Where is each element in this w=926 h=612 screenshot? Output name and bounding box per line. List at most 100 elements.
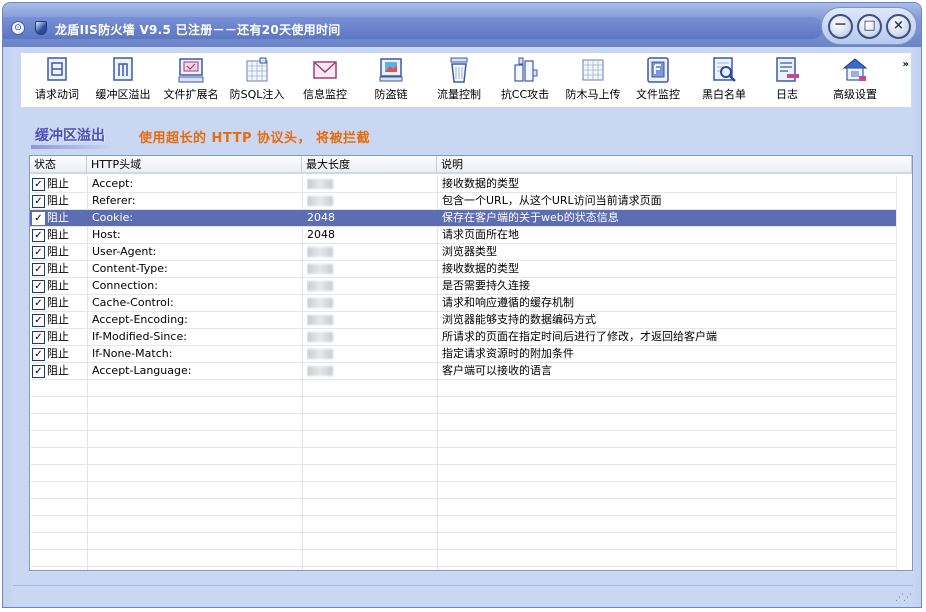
max-length-cell[interactable] [307,193,437,209]
table-row[interactable]: ✓ 阻止 Connection: 是否需要持久连接 [30,278,896,295]
max-length-cell[interactable] [307,346,437,362]
table-row[interactable]: ✓ 阻止 Accept-Encoding: 浏览器能够支持的数据编码方式 [30,312,896,329]
table-row[interactable]: ✓ 阻止 Accept: 接收数据的类型 [30,176,896,193]
block-checkbox[interactable]: ✓ [32,228,45,242]
max-length-cell[interactable]: 2048 [307,210,437,226]
http-field-cell: If-None-Match: [92,347,173,360]
table-row[interactable]: ✓ 阻止 User-Agent: 浏览器类型 [30,244,896,261]
toolbar-label: 日志 [776,88,798,101]
max-length-cell[interactable] [307,363,437,379]
redacted-value [307,366,333,376]
block-checkbox[interactable]: ✓ [32,262,45,276]
block-checkbox[interactable]: ✓ [32,330,45,344]
table-row[interactable] [30,465,896,482]
table-row[interactable]: ✓ 阻止 Content-Type: 接收数据的类型 [30,261,896,278]
window-controls: － □ × [821,7,917,45]
section-description: 使用超长的 HTTP 协议头， 将被拦截 [139,131,371,146]
max-length-cell[interactable] [307,244,437,260]
description-cell: 浏览器类型 [442,245,497,258]
toolbar-label: 文件监控 [636,88,680,101]
http-field-cell: If-Modified-Since: [92,330,187,343]
status-cell: ✓ 阻止 [32,346,87,362]
redacted-value [307,247,333,257]
block-checkbox[interactable]: ✓ [32,296,45,310]
toolbar-item-cc-attack[interactable]: 抗CC攻击 [495,53,555,107]
table-row[interactable] [30,550,896,567]
toolbar-item-log[interactable]: 日志 [767,53,807,107]
table-row[interactable] [30,414,896,431]
minimize-button[interactable]: － [828,14,853,39]
sql-injection-icon [246,57,268,82]
toolbar-item-trojan-upload[interactable]: 防木马上传 [561,53,625,107]
block-checkbox[interactable]: ✓ [32,245,45,259]
buffer-overflow-icon [113,57,133,81]
table-row[interactable]: ✓ 阻止 Accept-Language: 客户端可以接收的语言 [30,363,896,380]
block-checkbox[interactable]: ✓ [32,364,45,378]
toolbar-item-blackwhite-list[interactable]: 黑白名单 [695,53,753,107]
toolbar-overflow-chevron-icon[interactable]: » [903,59,909,70]
block-checkbox[interactable]: ✓ [32,177,45,191]
block-checkbox[interactable]: ✓ [32,279,45,293]
table-row[interactable] [30,482,896,499]
table-row[interactable]: ✓ 阻止 Referer: 包含一个URL，从这个URL访问当前请求页面 [30,193,896,210]
block-checkbox[interactable]: ✓ [32,313,45,327]
status-cell: ✓ 阻止 [32,363,87,379]
max-length-cell[interactable]: 2048 [307,227,437,243]
toolbar-item-info-monitor[interactable]: 信息监控 [297,53,353,107]
status-label: 阻止 [47,194,69,207]
column-header-http-field[interactable]: HTTP头域 [87,156,302,174]
close-button[interactable]: × [886,14,911,39]
max-length-cell[interactable] [307,176,437,192]
block-checkbox[interactable]: ✓ [32,194,45,208]
toolbar-item-request-verb[interactable]: 请求动词 [29,53,85,107]
redacted-value [307,264,333,274]
advanced-settings-icon [842,58,868,81]
block-checkbox[interactable]: ✓ [32,347,45,361]
toolbar-label: 抗CC攻击 [500,88,550,101]
table-row[interactable] [30,516,896,533]
cc-attack-icon [514,57,538,82]
table-row[interactable]: ✓ 阻止 Host: 2048 请求页面所在地 [30,227,896,244]
table-row[interactable]: ✓ 阻止 Cookie: 2048 保存在客户端的关于web的状态信息 [30,210,896,227]
block-checkbox[interactable]: ✓ [32,211,45,225]
table-row[interactable] [30,380,896,397]
table-row[interactable]: ✓ 阻止 If-Modified-Since: 所请求的页面在指定时间后进行了修改，才… [30,329,896,346]
redacted-value [307,281,333,291]
max-length-cell[interactable] [307,261,437,277]
toolbar-item-file-monitor[interactable]: 文件监控 [629,53,687,107]
vertical-scrollbar[interactable] [896,176,912,570]
http-field-cell: User-Agent: [92,245,157,258]
toolbar-item-hotlink[interactable]: 防盗链 [363,53,419,107]
max-length-cell[interactable] [307,278,437,294]
http-field-cell: Accept: [92,177,134,190]
http-field-cell: Connection: [92,279,158,292]
toolbar-item-file-extension[interactable]: 文件扩展名 [159,53,223,107]
redacted-value [307,315,333,325]
menu-circle-icon[interactable]: ⊙ [11,21,25,35]
max-length-cell[interactable] [307,295,437,311]
toolbar-item-buffer-overflow[interactable]: 缓冲区溢出 [91,53,155,107]
toolbar-item-traffic-control[interactable]: 流量控制 [431,53,487,107]
toolbar-item-advanced-settings[interactable]: 高级设置 [825,53,885,107]
column-header-max-length[interactable]: 最大长度 [302,156,437,174]
status-label: 阻止 [47,245,69,258]
table-row[interactable] [30,499,896,516]
table-row[interactable] [30,397,896,414]
table-row[interactable]: ✓ 阻止 Cache-Control: 请求和响应遵循的缓存机制 [30,295,896,312]
section-title: 缓冲区溢出 [35,128,105,144]
maximize-button[interactable]: □ [857,14,882,39]
table-row[interactable] [30,533,896,550]
table-row[interactable] [30,431,896,448]
redacted-value [307,196,333,206]
resize-grip-icon[interactable]: ⋰⋰ [895,593,912,603]
max-length-cell[interactable] [307,329,437,345]
toolbar-label: 防盗链 [374,88,408,101]
table-row[interactable] [30,448,896,465]
mail-monitor-icon [313,61,337,79]
max-length-cell[interactable] [307,312,437,328]
title-bar[interactable]: ⊙ 龙盾IIS防火墙 V9.5 已注册－－还有20天使用时间 － □ × [3,3,921,47]
table-row[interactable]: ✓ 阻止 If-None-Match: 指定请求资源时的附加条件 [30,346,896,363]
column-header-description[interactable]: 说明 [437,156,912,174]
toolbar-item-sql-injection[interactable]: 防SQL注入 [227,53,287,107]
column-header-status[interactable]: 状态 [30,156,87,174]
